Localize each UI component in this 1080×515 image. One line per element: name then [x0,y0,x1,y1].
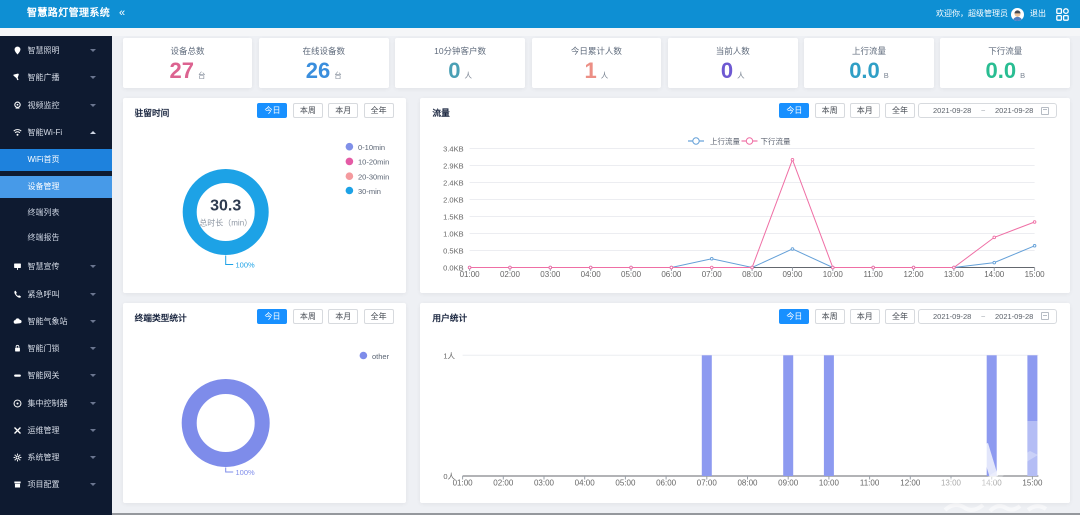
svg-text:10:00: 10:00 [823,270,844,279]
svg-text:08:00: 08:00 [742,270,763,279]
svg-text:03:00: 03:00 [541,270,562,279]
svg-text:14:00: 14:00 [985,270,1006,279]
svg-text:01:00: 01:00 [453,479,474,488]
svg-text:100%: 100% [235,468,255,477]
svg-text:12:00: 12:00 [901,479,922,488]
svg-text:02:00: 02:00 [500,270,521,279]
svg-text:2.0KB: 2.0KB [444,196,464,205]
svg-text:0.5KB: 0.5KB [444,247,464,256]
svg-text:20-30min: 20-30min [358,173,389,182]
svg-text:12:00: 12:00 [904,270,925,279]
svg-text:07:00: 07:00 [702,270,723,279]
svg-text:03:00: 03:00 [534,479,555,488]
svg-text:2.9KB: 2.9KB [444,162,464,171]
svg-text:05:00: 05:00 [621,270,642,279]
svg-text:下行流量: 下行流量 [761,136,791,146]
svg-text:01:00: 01:00 [460,270,481,279]
svg-text:15:00: 15:00 [1025,270,1046,279]
svg-text:100%: 100% [235,260,255,269]
svg-text:07:00: 07:00 [697,479,718,488]
svg-text:02:00: 02:00 [494,479,515,488]
svg-text:总时长（min）: 总时长（min） [199,218,252,228]
svg-text:15:00: 15:00 [1023,479,1044,488]
svg-text:2.4KB: 2.4KB [444,179,464,188]
svg-text:1.5KB: 1.5KB [444,213,464,222]
svg-text:0-10min: 0-10min [358,143,385,152]
svg-text:10-20min: 10-20min [358,158,389,167]
svg-text:04:00: 04:00 [575,479,596,488]
svg-text:30-min: 30-min [358,187,381,196]
svg-text:08:00: 08:00 [738,479,759,488]
svg-text:11:00: 11:00 [864,270,884,279]
svg-text:05:00: 05:00 [616,479,637,488]
svg-text:上行流量: 上行流量 [710,136,740,146]
svg-text:13:00: 13:00 [944,270,965,279]
svg-text:other: other [372,352,390,361]
svg-text:10:00: 10:00 [819,479,840,488]
svg-text:09:00: 09:00 [779,479,800,488]
svg-text:06:00: 06:00 [662,270,683,279]
svg-text:06:00: 06:00 [656,479,677,488]
svg-text:1人: 1人 [444,351,456,360]
svg-text:11:00: 11:00 [860,479,880,488]
svg-text:30.3: 30.3 [210,198,241,215]
svg-text:09:00: 09:00 [783,270,804,279]
svg-text:1.0KB: 1.0KB [444,230,464,239]
svg-text:3.4KB: 3.4KB [444,145,464,154]
svg-text:04:00: 04:00 [581,270,602,279]
